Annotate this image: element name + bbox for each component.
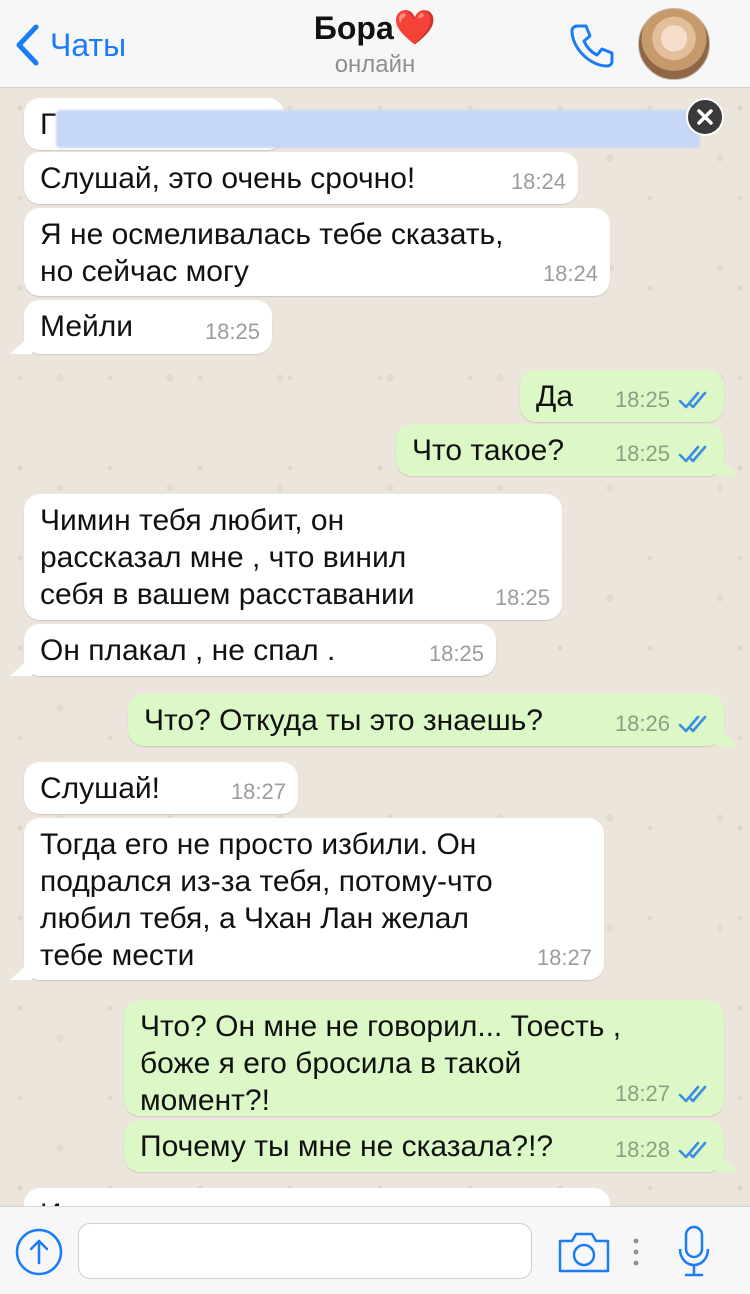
- message-list[interactable]: Г Слушай, это очень срочно! 18:24 Я не осме…: [0, 88, 750, 1206]
- message-text: Да: [536, 380, 574, 413]
- message-text: Мейли: [40, 310, 134, 343]
- message-text: Тогда его не просто избили. Он подрался …: [40, 828, 493, 972]
- message-text: Почему ты мне не сказала?!?: [140, 1130, 554, 1163]
- message-time: 18:24: [511, 163, 566, 200]
- message-time: 18:27: [231, 773, 286, 810]
- vertical-dots-icon[interactable]: [630, 1237, 642, 1267]
- message-text: Что? Откуда ты это знаешь?: [144, 704, 543, 737]
- message-input[interactable]: [78, 1223, 532, 1279]
- message-timestamp: 18:26: [614, 711, 670, 736]
- incoming-message[interactable]: Слушай! 18:27: [24, 762, 298, 814]
- outgoing-message[interactable]: Да 18:25: [520, 370, 724, 422]
- outgoing-message[interactable]: Почему ты мне не сказала?!? 18:28: [124, 1120, 724, 1172]
- upload-arrow-icon[interactable]: [14, 1227, 64, 1277]
- message-time: 18:26: [615, 705, 712, 742]
- message-timestamp: 18:25: [428, 641, 484, 666]
- incoming-message[interactable]: Чимин тебя любит, он рассказал мне , что…: [24, 494, 562, 620]
- heart-icon: ❤️: [393, 9, 437, 47]
- message-text: Что такое?: [412, 434, 565, 467]
- message-timestamp: 18:25: [204, 319, 260, 344]
- double-check-icon: [678, 445, 707, 462]
- message-time: 18:27: [537, 939, 592, 976]
- message-time: 18:25: [429, 635, 484, 672]
- message-time: 18:25: [495, 579, 550, 616]
- message-text: Что? Он мне не говорил... Тоесть , боже …: [140, 1010, 622, 1117]
- incoming-message[interactable]: И: [24, 1188, 610, 1206]
- outgoing-message[interactable]: Что такое? 18:25: [396, 424, 724, 476]
- input-bar: [0, 1206, 750, 1294]
- incoming-message[interactable]: Слушай, это очень срочно! 18:24: [24, 152, 578, 204]
- message-time: 18:28: [615, 1131, 712, 1168]
- message-time: 18:25: [615, 435, 712, 472]
- message-timestamp: 18:27: [536, 945, 592, 970]
- message-time: 18:25: [615, 381, 712, 418]
- message-text: Слушай!: [40, 772, 161, 805]
- outgoing-message[interactable]: Что? Откуда ты это знаешь? 18:26: [128, 694, 724, 746]
- incoming-message[interactable]: Тогда его не просто избили. Он подрался …: [24, 818, 604, 980]
- message-text: Слушай, это очень срочно!: [40, 162, 416, 195]
- message-timestamp: 18:24: [510, 169, 566, 194]
- incoming-message[interactable]: Мейли 18:25: [24, 300, 272, 354]
- redacted-notice: [56, 110, 700, 148]
- message-text: Я не осмеливалась тебе сказать, но сейча…: [40, 218, 504, 288]
- outgoing-message[interactable]: Что? Он мне не говорил... Тоесть , боже …: [124, 1000, 724, 1117]
- contact-name: Бора: [313, 10, 394, 46]
- message-text: Он плакал , не спал .: [40, 634, 336, 667]
- double-check-icon: [678, 715, 707, 732]
- microphone-icon[interactable]: [674, 1223, 714, 1281]
- double-check-icon: [678, 1141, 707, 1158]
- chat-header: Чаты Бора❤️ онлайн: [0, 0, 750, 88]
- message-timestamp: 18:27: [614, 1081, 670, 1106]
- incoming-message[interactable]: Я не осмеливалась тебе сказать, но сейча…: [24, 208, 610, 296]
- message-time: 18:27: [615, 1075, 712, 1112]
- message-text: И: [40, 1198, 62, 1206]
- camera-icon[interactable]: [556, 1229, 612, 1275]
- message-text: Чимин тебя любит, он рассказал мне , что…: [40, 504, 415, 611]
- message-timestamp: 18:25: [614, 387, 670, 412]
- message-timestamp: 18:25: [494, 585, 550, 610]
- message-time: 18:25: [205, 313, 260, 350]
- contact-status: онлайн: [334, 51, 416, 78]
- avatar[interactable]: [638, 8, 710, 80]
- close-icon[interactable]: [686, 98, 724, 136]
- double-check-icon: [678, 1085, 707, 1102]
- phone-icon[interactable]: [566, 20, 618, 72]
- message-timestamp: 18:24: [542, 261, 598, 286]
- notice-letter: Г: [40, 108, 57, 141]
- incoming-message[interactable]: Он плакал , не спал . 18:25: [24, 624, 496, 676]
- double-check-icon: [678, 391, 707, 408]
- message-timestamp: 18:25: [614, 441, 670, 466]
- message-timestamp: 18:28: [614, 1137, 670, 1162]
- message-time: 18:24: [543, 255, 598, 292]
- message-timestamp: 18:27: [230, 779, 286, 804]
